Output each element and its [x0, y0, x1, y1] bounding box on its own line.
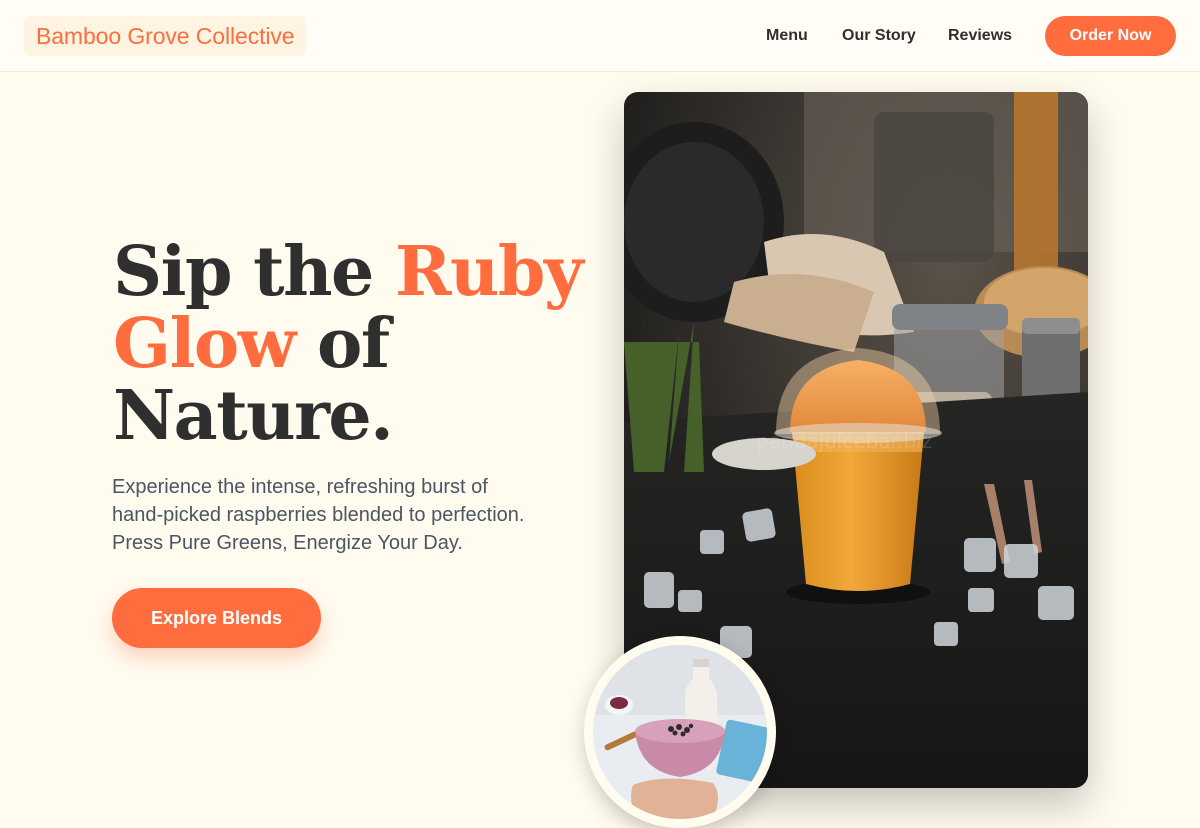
hero-title-part2: of — [294, 304, 390, 384]
hero-description-line2: hand-picked raspberries blended to perfe… — [112, 504, 525, 526]
smoothie-bowl-photo-frame — [593, 645, 767, 819]
explore-blends-button[interactable]: Explore Blends — [112, 588, 321, 648]
order-now-button[interactable]: Order Now — [1045, 16, 1176, 56]
hero-title-accent-ruby: Ruby — [394, 232, 584, 312]
hero-title-accent-glow: Glow — [113, 304, 296, 384]
hero-description: Experience the intense, refreshing burst… — [112, 473, 582, 557]
nav-link-our-story[interactable]: Our Story — [842, 26, 916, 46]
nav-link-reviews[interactable]: Reviews — [948, 26, 1012, 46]
brand-logo[interactable]: Bamboo Grove Collective — [24, 16, 307, 56]
hero-description-line1: Experience the intense, refreshing burst… — [112, 476, 488, 498]
hero-description-line3: Press Pure Greens, Energize Your Day. — [112, 532, 463, 554]
smoothie-bowl-photo — [584, 636, 776, 828]
photo-watermark: pandajuicebar.biz — [756, 429, 932, 453]
smoothie-bowl-illustration — [593, 645, 767, 819]
nav-link-menu[interactable]: Menu — [766, 26, 808, 46]
hero-title-part3: Nature. — [113, 376, 394, 456]
site-header: Bamboo Grove Collective Menu Our Story R… — [0, 0, 1200, 72]
hero-title-part1: Sip the — [113, 232, 395, 312]
hero-title: Sip the Ruby Glow of Nature. — [113, 236, 593, 452]
